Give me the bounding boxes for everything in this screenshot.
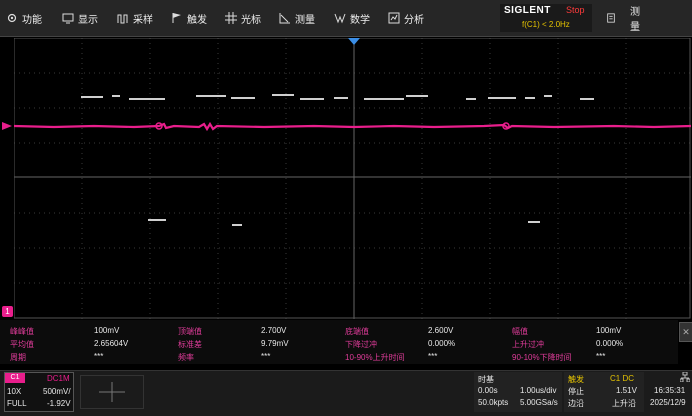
trigger-mode: 停止 bbox=[568, 387, 584, 396]
ch1-bandwidth: FULL bbox=[7, 399, 27, 408]
ch1-settings-box[interactable]: C1 DC1M 10X 500mV/ FULL -1.92V bbox=[4, 372, 74, 412]
meas-value: *** bbox=[94, 352, 104, 361]
ch1-scale: 500mV/ bbox=[43, 387, 71, 396]
cursor-icon bbox=[225, 12, 237, 24]
display-icon bbox=[62, 13, 74, 24]
meas-label: 上升过冲 bbox=[512, 340, 544, 349]
panel-collapse-button[interactable]: ✕ bbox=[679, 322, 692, 342]
menu-trigger-label: 触发 bbox=[187, 14, 207, 26]
menu-measure-panel[interactable]: 测量 bbox=[606, 7, 640, 33]
menu-display-label: 显示 bbox=[78, 14, 98, 26]
meas-label: 10-90%上升时间 bbox=[345, 353, 405, 362]
menu-doc-label: 测量 bbox=[630, 7, 640, 33]
timebase-box[interactable]: 时基 0.00s 1.00us/div 50.0kpts 5.00GSa/s bbox=[474, 372, 562, 412]
menu-function[interactable]: 功能 bbox=[6, 9, 42, 27]
trigger-condition: f(C1) < 2.0Hz bbox=[522, 20, 570, 29]
menu-measure-label: 测量 bbox=[295, 14, 315, 26]
ch1-offset: -1.92V bbox=[47, 399, 71, 408]
brand-status-panel: SIGLENT Stop f(C1) < 2.0Hz bbox=[500, 4, 592, 32]
ch1-level-marker[interactable] bbox=[0, 120, 14, 132]
settings-icon bbox=[7, 13, 17, 23]
ch1-tag: C1 bbox=[5, 373, 25, 383]
menu-acquire[interactable]: 采样 bbox=[117, 9, 153, 27]
timebase-delay: 0.00s bbox=[478, 386, 498, 395]
measure-icon bbox=[279, 13, 290, 24]
meas-value: *** bbox=[428, 352, 438, 361]
meas-label: 幅值 bbox=[512, 327, 528, 336]
clock-date: 2025/12/9 bbox=[650, 398, 686, 407]
menu-trigger[interactable]: 触发 bbox=[171, 9, 207, 27]
trigger-level: 1.51V bbox=[616, 386, 637, 395]
meas-label: 周期 bbox=[10, 353, 26, 362]
menu-cursor-label: 光标 bbox=[241, 14, 261, 26]
clock: 16:35:31 2025/12/9 bbox=[648, 372, 692, 412]
menu-cursor[interactable]: 光标 bbox=[225, 9, 261, 27]
meas-label: 顶端值 bbox=[178, 327, 202, 336]
trigger-flag-icon bbox=[172, 13, 181, 23]
trigger-source: C1 DC bbox=[610, 374, 635, 383]
meas-label: 平均值 bbox=[10, 340, 34, 349]
menu-analysis[interactable]: 分析 bbox=[388, 9, 424, 27]
meas-value: 9.79mV bbox=[261, 339, 289, 348]
analysis-icon bbox=[388, 12, 400, 24]
trigger-title: 触发 bbox=[568, 375, 584, 384]
trigger-position-marker[interactable] bbox=[348, 38, 360, 45]
meas-value: *** bbox=[596, 352, 606, 361]
meas-value: 0.000% bbox=[428, 339, 456, 348]
menu-math[interactable]: 数学 bbox=[334, 9, 370, 27]
meas-value: 0.000% bbox=[596, 339, 624, 348]
add-channel-area[interactable] bbox=[80, 375, 144, 409]
meas-label: 频率 bbox=[178, 353, 194, 362]
meas-value: 2.600V bbox=[428, 326, 454, 335]
menu-function-label: 功能 bbox=[22, 14, 42, 26]
meas-value: 2.65604V bbox=[94, 339, 129, 348]
document-icon bbox=[607, 13, 615, 23]
network-icon bbox=[680, 372, 690, 382]
menu-acquire-label: 采样 bbox=[133, 14, 153, 26]
acquire-icon bbox=[117, 14, 128, 24]
clock-time: 16:35:31 bbox=[654, 386, 686, 395]
waveform-grid[interactable] bbox=[14, 38, 691, 319]
timebase-points: 50.0kpts bbox=[478, 398, 509, 407]
meas-label: 峰峰值 bbox=[10, 327, 34, 336]
meas-value: 2.700V bbox=[261, 326, 287, 335]
brand-name: SIGLENT bbox=[504, 5, 551, 16]
menu-measure[interactable]: 测量 bbox=[279, 9, 315, 27]
meas-label: 90-10%下降时间 bbox=[512, 353, 572, 362]
meas-label: 底端值 bbox=[345, 327, 369, 336]
timebase-scale: 1.00us/div bbox=[520, 386, 557, 395]
bottom-status-bar: C1 DC1M 10X 500mV/ FULL -1.92V 时基 0.00s … bbox=[0, 370, 692, 416]
timebase-title: 时基 bbox=[478, 375, 494, 384]
menu-display[interactable]: 显示 bbox=[62, 9, 98, 27]
trigger-slope: 上升沿 bbox=[612, 399, 636, 408]
ch1-probe: 10X bbox=[7, 387, 22, 396]
menu-math-label: 数学 bbox=[350, 14, 370, 26]
meas-label: 下降过冲 bbox=[345, 340, 377, 349]
menu-analysis-label: 分析 bbox=[404, 14, 424, 26]
ch1-coupling: DC1M bbox=[47, 374, 70, 383]
trigger-type: 边沿 bbox=[568, 399, 584, 408]
meas-value: 100mV bbox=[596, 326, 622, 335]
math-icon bbox=[334, 13, 346, 24]
meas-value: *** bbox=[261, 352, 271, 361]
timebase-rate: 5.00GSa/s bbox=[520, 398, 558, 407]
ch1-offset-marker[interactable]: 1 bbox=[2, 306, 13, 317]
run-state[interactable]: Stop bbox=[566, 5, 585, 15]
measurement-panel: 峰峰值 100mV 顶端值 2.700V 底端值 2.600V 幅值 100mV… bbox=[0, 320, 678, 364]
meas-value: 100mV bbox=[94, 326, 120, 335]
meas-label: 标准差 bbox=[178, 340, 202, 349]
ch1-waveform bbox=[14, 121, 691, 132]
trigger-box[interactable]: 触发 C1 DC 停止 1.51V 边沿 上升沿 bbox=[564, 372, 644, 412]
top-menu-bar: 功能 显示 采样 触发 光标 测量 数学 分析 SIGLENT Stop f(C… bbox=[0, 0, 692, 37]
